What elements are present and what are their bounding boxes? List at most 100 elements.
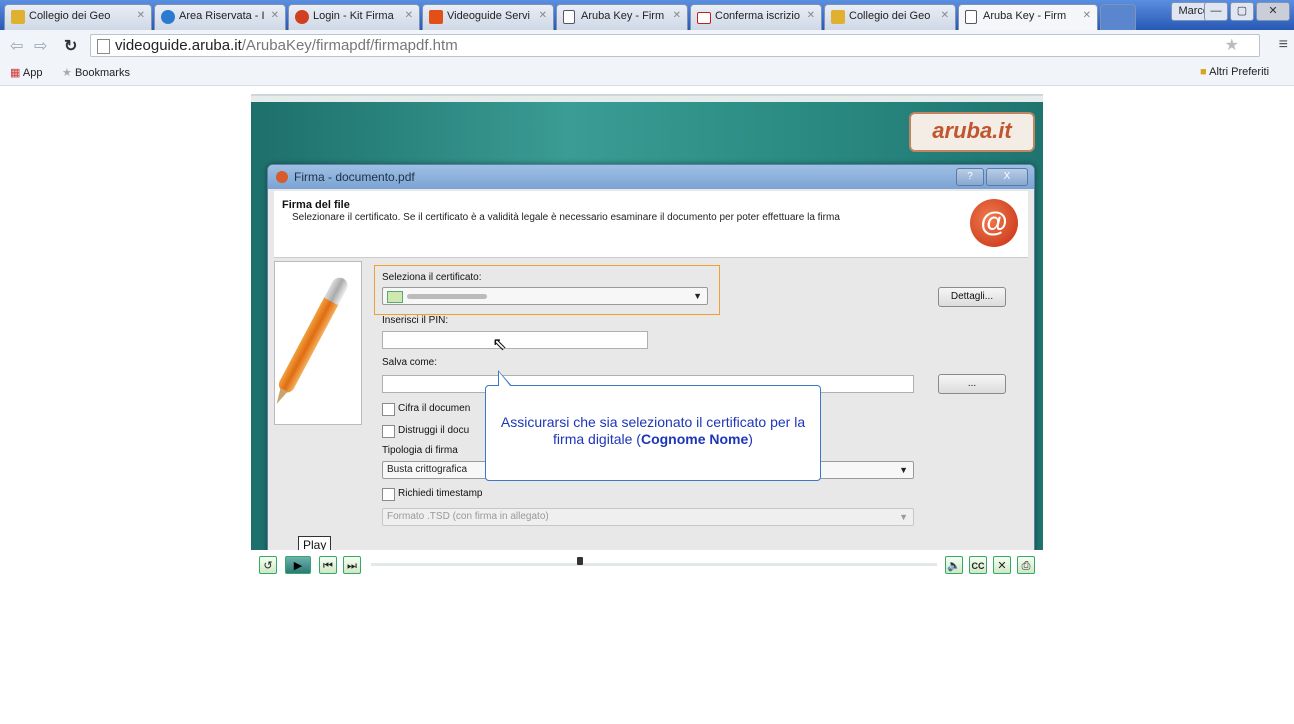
- video-frame[interactable]: aruba.it Firma - documento.pdf ? X Firma…: [251, 94, 1043, 552]
- window-controls: — ▢ ✕: [1204, 2, 1290, 21]
- certificate-select[interactable]: ▼: [382, 287, 708, 305]
- progress-thumb[interactable]: [577, 557, 584, 565]
- browse-button[interactable]: ...: [938, 374, 1006, 394]
- browser-tabstrip: Collegio dei Geo ✕ Area Riservata - I ✕ …: [0, 0, 1294, 30]
- tab-label: Collegio dei Geo: [849, 10, 931, 22]
- apps-grid-icon: ▦: [10, 67, 21, 79]
- skip-back-icon[interactable]: ⏮: [319, 556, 337, 574]
- dialog-close-button[interactable]: X: [986, 168, 1028, 186]
- close-tab-icon[interactable]: ✕: [271, 10, 279, 21]
- tab-label: Login - Kit Firma: [313, 10, 394, 22]
- signature-type-value: Busta crittografica: [387, 464, 468, 475]
- destroy-label: Distruggi il docu: [398, 425, 470, 436]
- pen-illustration: [273, 261, 362, 425]
- tab-label: Aruba Key - Firm: [983, 10, 1067, 22]
- pin-label: Inserisci il PIN:: [382, 315, 449, 326]
- other-bookmarks-label: Altri Preferiti: [1209, 66, 1270, 78]
- pin-input[interactable]: [382, 331, 648, 349]
- select-certificate-label: Seleziona il certificato:: [382, 272, 482, 283]
- close-window-icon[interactable]: ✕: [1256, 2, 1290, 21]
- star-icon: ★: [62, 67, 72, 79]
- browser-tab[interactable]: Aruba Key - Firm ✕: [556, 4, 688, 30]
- timestamp-checkbox[interactable]: [382, 488, 395, 501]
- close-tab-icon[interactable]: ✕: [137, 10, 145, 21]
- skip-forward-icon[interactable]: ⏭: [343, 556, 361, 574]
- bookmarks-label: Bookmarks: [74, 67, 130, 79]
- dialog-header: Firma del file Selezionare il certificat…: [274, 191, 1028, 258]
- close-icon[interactable]: ✕: [993, 556, 1011, 574]
- close-tab-icon[interactable]: ✕: [539, 10, 547, 21]
- encrypt-label: Cifra il documen: [398, 403, 471, 414]
- tab-favicon-icon: [429, 10, 443, 24]
- forward-arrow-icon[interactable]: ⇨: [34, 36, 47, 56]
- url-path: /ArubaKey/firmapdf/firmapdf.htm: [241, 37, 458, 54]
- dialog-titlebar: Firma - documento.pdf ? X: [268, 165, 1034, 189]
- volume-icon[interactable]: 🔈: [945, 556, 963, 574]
- close-tab-icon[interactable]: ✕: [405, 10, 413, 21]
- tab-label: Videoguide Servi: [447, 10, 530, 22]
- divider: [251, 96, 1043, 102]
- bookmark-star-icon[interactable]: ★: [1225, 35, 1239, 56]
- tab-label: Collegio dei Geo: [29, 10, 111, 22]
- menu-icon[interactable]: ≡: [1279, 36, 1288, 54]
- minimize-icon[interactable]: —: [1204, 2, 1228, 21]
- bookmarks-bar: ▦ App ★ Bookmarks ■ Altri Preferiti: [0, 61, 1294, 86]
- print-icon[interactable]: ⎙: [1017, 556, 1035, 574]
- signature-type-label: Tipologia di firma: [382, 445, 458, 456]
- destroy-checkbox[interactable]: [382, 425, 395, 438]
- aruba-logo: aruba.it: [909, 112, 1035, 152]
- browser-tab[interactable]: Area Riservata - I ✕: [154, 4, 286, 30]
- browser-tab[interactable]: Collegio dei Geo ✕: [824, 4, 956, 30]
- address-bar[interactable]: videoguide.aruba.it/ArubaKey/firmapdf/fi…: [90, 34, 1260, 57]
- browser-toolbar: ⇦ ⇨ ↻ videoguide.aruba.it/ArubaKey/firma…: [0, 30, 1294, 62]
- header-description: Selezionare il certificato. Se il certif…: [292, 212, 840, 223]
- browser-tab[interactable]: Videoguide Servi ✕: [422, 4, 554, 30]
- url-host: videoguide.aruba.it: [115, 37, 242, 54]
- play-button[interactable]: ▶: [285, 556, 311, 574]
- back-arrow-icon[interactable]: ⇦: [10, 36, 23, 56]
- callout-end-text: ): [748, 431, 753, 447]
- details-button[interactable]: Dettagli...: [938, 287, 1006, 307]
- tab-favicon-icon: [831, 10, 845, 24]
- dialog-title: Firma - documento.pdf: [294, 170, 415, 184]
- tab-label: Area Riservata - I: [179, 10, 265, 22]
- gmail-icon: [697, 12, 711, 24]
- sign-dialog: Firma - documento.pdf ? X Firma del file…: [267, 164, 1035, 552]
- closed-captions-button[interactable]: CC: [969, 556, 987, 574]
- close-tab-icon[interactable]: ✕: [807, 10, 815, 21]
- header-title: Firma del file: [282, 199, 350, 211]
- new-tab-button[interactable]: [1100, 4, 1136, 30]
- player-controls: ↺ ▶ ⏮ ⏭ 🔈 CC ✕ ⎙: [251, 550, 1043, 578]
- page-icon: [97, 39, 110, 54]
- replay-icon[interactable]: ↺: [259, 556, 277, 574]
- browser-tab[interactable]: Collegio dei Geo ✕: [4, 4, 152, 30]
- maximize-icon[interactable]: ▢: [1230, 2, 1254, 21]
- folder-icon: ■: [1200, 66, 1207, 78]
- apps-bookmark[interactable]: ▦ App: [10, 66, 42, 79]
- tab-label: Conferma iscrizio: [715, 10, 800, 22]
- close-tab-icon[interactable]: ✕: [941, 10, 949, 21]
- reload-icon[interactable]: ↻: [64, 36, 77, 56]
- at-sign-icon: @: [970, 199, 1018, 247]
- close-tab-icon[interactable]: ✕: [673, 10, 681, 21]
- pen-icon: [256, 267, 362, 418]
- help-button[interactable]: ?: [956, 168, 984, 186]
- other-bookmarks-folder[interactable]: ■ Altri Preferiti: [1200, 66, 1269, 78]
- callout-bold-text: Cognome Nome: [640, 431, 749, 447]
- encrypt-checkbox[interactable]: [382, 403, 395, 416]
- browser-tab[interactable]: Login - Kit Firma ✕: [288, 4, 420, 30]
- dropdown-arrow-icon: ▼: [693, 291, 702, 301]
- browser-tab[interactable]: Conferma iscrizio ✕: [690, 4, 822, 30]
- certificate-icon: [387, 291, 403, 303]
- progress-track[interactable]: [371, 563, 937, 566]
- apps-label: App: [22, 67, 43, 79]
- bookmarks-folder[interactable]: ★ Bookmarks: [62, 66, 130, 79]
- tab-favicon-icon: [11, 10, 25, 24]
- mouse-cursor-icon: ⇖: [492, 334, 508, 354]
- format-select: Formato .TSD (con firma in allegato) ▼: [382, 508, 914, 526]
- browser-tab-active[interactable]: Aruba Key - Firm ✕: [958, 4, 1098, 30]
- timestamp-label: Richiedi timestamp: [398, 488, 483, 499]
- close-tab-icon[interactable]: ✕: [1083, 10, 1091, 21]
- dropdown-arrow-icon: ▼: [899, 465, 908, 475]
- tab-favicon-icon: [295, 10, 309, 24]
